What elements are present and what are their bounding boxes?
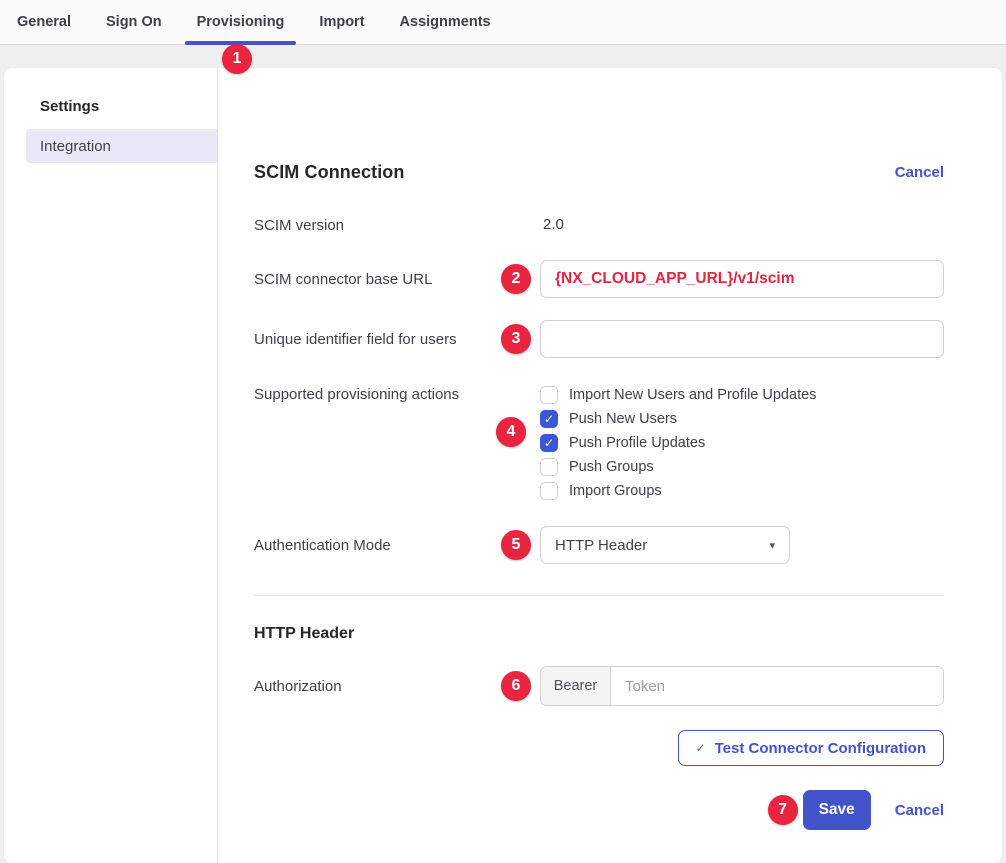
annotation-badge-4: 4 <box>496 417 526 447</box>
provisioning-content: SCIM Connection Cancel SCIM version 2.0 … <box>218 68 1002 863</box>
checkbox-import-groups[interactable]: ✓ Import Groups <box>540 479 944 503</box>
annotation-badge-5: 5 <box>501 530 531 560</box>
scim-version-label: SCIM version <box>254 217 540 234</box>
auth-mode-select[interactable]: HTTP Header ▾ <box>540 526 790 564</box>
checkbox-label[interactable]: Push New Users <box>569 411 677 427</box>
annotation-badge-3: 3 <box>501 324 531 354</box>
save-button[interactable]: Save <box>803 790 871 830</box>
checkbox-box[interactable]: ✓ <box>540 410 558 428</box>
provisioning-actions-label: Supported provisioning actions <box>254 383 540 407</box>
unique-id-input[interactable] <box>540 320 944 358</box>
checkbox-import-new-users[interactable]: ✓ Import New Users and Profile Updates <box>540 383 944 407</box>
checkbox-push-new-users[interactable]: ✓ Push New Users <box>540 407 944 431</box>
base-url-label: SCIM connector base URL <box>254 271 540 288</box>
checkbox-push-groups[interactable]: ✓ Push Groups <box>540 455 944 479</box>
scim-version-value: 2.0 <box>540 216 564 233</box>
tab-assignments[interactable]: Assignments <box>388 0 503 44</box>
checkbox-label[interactable]: Import New Users and Profile Updates <box>569 387 816 403</box>
annotation-badge-7: 7 <box>768 795 798 825</box>
page-title: SCIM Connection <box>254 162 405 183</box>
unique-id-label: Unique identifier field for users <box>254 331 540 348</box>
cancel-link-bottom[interactable]: Cancel <box>895 802 944 819</box>
token-input[interactable] <box>611 667 943 705</box>
section-divider <box>254 595 944 596</box>
sidebar-heading: Settings <box>4 98 217 115</box>
base-url-input[interactable] <box>540 260 944 298</box>
check-icon: ✓ <box>696 741 706 755</box>
checkbox-label[interactable]: Import Groups <box>569 483 662 499</box>
test-connector-configuration-button[interactable]: ✓ Test Connector Configuration <box>678 730 944 766</box>
auth-mode-selected-value: HTTP Header <box>555 537 647 554</box>
checkbox-box[interactable]: ✓ <box>540 458 558 476</box>
provisioning-actions-list: ✓ Import New Users and Profile Updates ✓… <box>540 383 944 503</box>
auth-mode-label: Authentication Mode <box>254 537 540 554</box>
checkbox-label[interactable]: Push Profile Updates <box>569 435 705 451</box>
tab-bar: General Sign On Provisioning Import Assi… <box>0 0 1006 45</box>
authorization-input-group: Bearer <box>540 666 944 706</box>
bearer-prefix: Bearer <box>541 667 611 705</box>
checkbox-box[interactable]: ✓ <box>540 482 558 500</box>
checkbox-push-profile-updates[interactable]: ✓ Push Profile Updates <box>540 431 944 455</box>
test-button-label: Test Connector Configuration <box>715 740 926 757</box>
chevron-down-icon: ▾ <box>769 539 775 552</box>
annotation-badge-1: 1 <box>222 44 252 74</box>
checkbox-label[interactable]: Push Groups <box>569 459 654 475</box>
settings-sidebar: Settings Integration <box>4 68 218 863</box>
authorization-label: Authorization <box>254 678 540 695</box>
sidebar-item-integration[interactable]: Integration <box>26 129 217 163</box>
tab-import[interactable]: Import <box>307 0 376 44</box>
tab-provisioning[interactable]: Provisioning <box>185 0 297 44</box>
cancel-link-top[interactable]: Cancel <box>895 164 944 181</box>
checkbox-box[interactable]: ✓ <box>540 386 558 404</box>
annotation-badge-2: 2 <box>501 264 531 294</box>
main-card: Settings Integration SCIM Connection Can… <box>4 68 1002 863</box>
tab-sign-on[interactable]: Sign On <box>94 0 174 44</box>
annotation-badge-6: 6 <box>501 671 531 701</box>
tab-general[interactable]: General <box>5 0 83 44</box>
checkbox-box[interactable]: ✓ <box>540 434 558 452</box>
http-header-section-heading: HTTP Header <box>254 625 944 643</box>
